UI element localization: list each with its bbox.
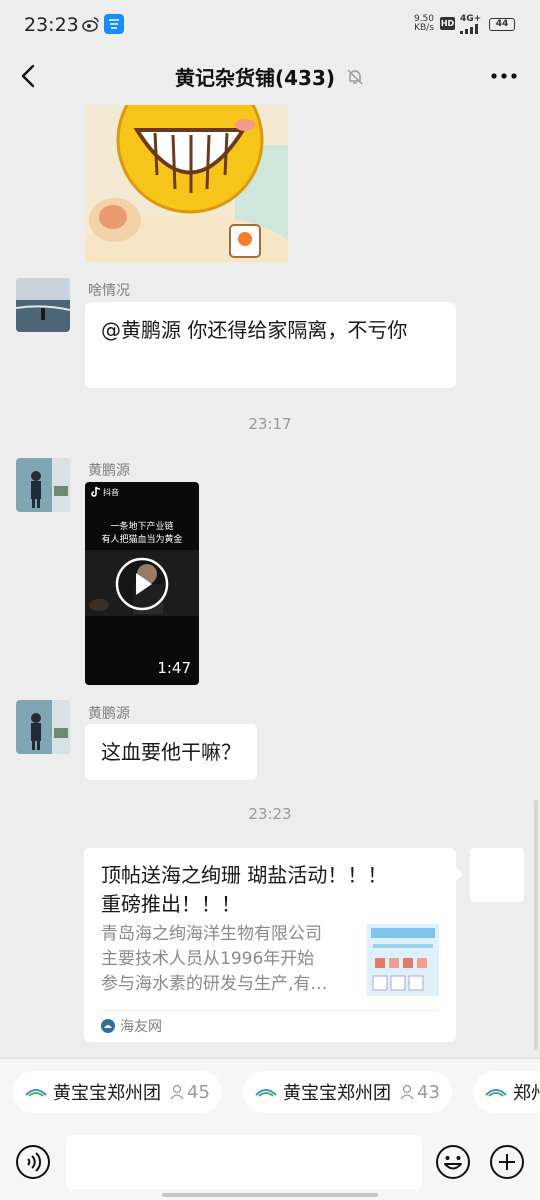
play-icon[interactable] <box>114 556 170 612</box>
video-app-badge: 抖音 <box>91 486 119 498</box>
app-notification-icon <box>104 14 124 34</box>
divider <box>101 1010 439 1011</box>
message-text: @黄鹏源 你还得给家隔离，不亏你 <box>101 318 408 342</box>
scrollbar[interactable] <box>534 800 538 1050</box>
sender-name: 啥情况 <box>88 283 130 299</box>
add-more-icon[interactable] <box>489 1144 525 1180</box>
hd-badge: HD <box>440 17 455 30</box>
voice-input-icon[interactable] <box>15 1144 51 1180</box>
chat-header: 黄记杂货铺(433) <box>0 50 540 102</box>
timestamp: 23:17 <box>248 415 292 433</box>
group-logo-icon <box>25 1089 47 1097</box>
source-logo-icon <box>101 1019 115 1033</box>
chat-title-group: 黄记杂货铺(433) <box>0 62 540 91</box>
status-time: 23:23 <box>24 14 79 36</box>
net-speed: 9.50 KB/s <box>413 14 435 33</box>
video-message[interactable]: 抖音 一条地下产业链 有人把猫血当为黄金 1:47 <box>85 482 199 685</box>
avatar-huangpengyuan[interactable] <box>16 458 70 512</box>
link-card-title: 顶帖送海之绚珊 瑚盐活动！！！ 重磅推出！！！ <box>101 863 388 916</box>
sender-name: 黄鹏源 <box>88 706 130 722</box>
group-chip[interactable]: 郑州 <box>473 1071 540 1113</box>
mute-bell-icon <box>347 69 363 84</box>
weibo-icon <box>82 17 99 32</box>
group-logo-icon <box>485 1089 507 1097</box>
timestamp: 23:23 <box>248 805 292 823</box>
group-logo-icon <box>255 1089 277 1097</box>
home-indicator[interactable] <box>162 1193 378 1197</box>
message-input[interactable] <box>66 1135 422 1189</box>
bubble-tail <box>455 866 463 882</box>
avatar-huangpengyuan[interactable] <box>16 700 70 754</box>
avatar-shaqingkuang[interactable] <box>16 278 70 332</box>
member-count-icon <box>170 1084 184 1100</box>
status-bar: 23:23 9.50 KB/s HD 4G+ 44 <box>0 0 540 50</box>
message-input-bar <box>0 1124 540 1200</box>
related-groups-bar: 黄宝宝郑州团 45 黄宝宝郑州团 43 郑州 <box>0 1058 540 1124</box>
sender-name: 黄鹏源 <box>88 463 130 479</box>
link-card-source: 海友网 <box>120 1019 162 1035</box>
signal-icon <box>460 24 478 34</box>
sticker-image-message[interactable] <box>85 105 288 262</box>
message-text: 这血要他干嘛？ <box>101 740 241 764</box>
chat-title: 黄记杂货铺(433) <box>174 66 336 90</box>
link-card-description: 青岛海之绚海洋生物有限公司 主要技术人员从1996年开始 参与海水素的研发与生产… <box>101 924 328 994</box>
network-type: 4G+ <box>460 14 482 24</box>
group-chip[interactable]: 黄宝宝郑州团 43 <box>243 1071 452 1113</box>
emoji-icon[interactable] <box>435 1144 471 1180</box>
group-chip[interactable]: 黄宝宝郑州团 45 <box>13 1071 222 1113</box>
video-duration: 1:47 <box>157 659 191 677</box>
avatar-self[interactable] <box>470 848 524 902</box>
more-options-icon[interactable] <box>490 64 518 88</box>
video-caption: 一条地下产业链 有人把猫血当为黄金 <box>101 522 183 545</box>
douyin-icon <box>91 486 101 497</box>
battery-indicator: 44 <box>489 18 515 31</box>
message-bubble[interactable]: @黄鹏源 你还得给家隔离，不亏你 <box>85 302 456 388</box>
smiling-face-sticker <box>85 105 288 262</box>
member-count-icon <box>400 1084 414 1100</box>
message-bubble[interactable]: 这血要他干嘛？ <box>85 724 257 780</box>
link-card-message[interactable]: 顶帖送海之绚珊 瑚盐活动！！！ 重磅推出！！！ 青岛海之绚海洋生物有限公司 主要… <box>84 848 456 1042</box>
link-card-thumbnail <box>367 924 439 996</box>
